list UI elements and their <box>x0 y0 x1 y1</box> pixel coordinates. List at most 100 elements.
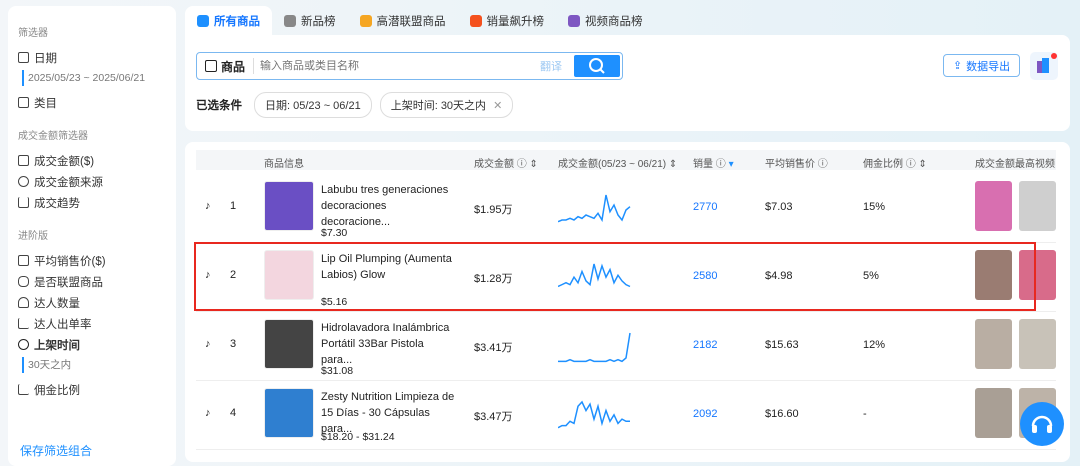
filter-gmv-source[interactable]: 成交金额来源 <box>18 171 166 192</box>
label: 平均销售价($) <box>34 255 106 268</box>
gmv-sparkline <box>558 194 631 223</box>
condition-chip-date[interactable]: 日期: 05/23 ~ 06/21 <box>254 92 372 118</box>
tab-label: 新品榜 <box>301 15 336 28</box>
rank: 4 <box>230 407 237 419</box>
support-button[interactable] <box>1020 402 1064 446</box>
grid-icon <box>18 97 29 108</box>
filter-affiliate[interactable]: 是否联盟商品 <box>18 271 166 292</box>
product-price: $18.20 - $31.24 <box>321 431 395 443</box>
tab-label: 销量飙升榜 <box>486 15 545 28</box>
sparkline-line <box>558 194 631 223</box>
filter-listed-time[interactable]: 上架时间 <box>18 334 166 355</box>
table-row[interactable]: ♪ 4 Zesty Nutrition Limpieza de 15 Días … <box>196 382 1056 450</box>
product-price: $7.30 <box>321 227 348 239</box>
video-thumbnail[interactable] <box>975 319 1012 369</box>
product-title[interactable]: Labubu tres generaciones decoraciones de… <box>321 182 456 230</box>
search-scope[interactable]: 商品 <box>197 58 255 74</box>
tiktok-icon: ♪ <box>205 200 211 212</box>
gmv-sparkline <box>558 400 630 429</box>
tab-icon <box>284 14 296 27</box>
table-row[interactable]: ♪ 1 Labubu tres generaciones decoracione… <box>196 175 1056 243</box>
filter-gmv-trend[interactable]: 成交趋势 <box>18 192 166 213</box>
puzzle-icon <box>18 276 29 287</box>
filter-commission[interactable]: 佣金比例 <box>18 379 166 400</box>
cube-icon <box>18 176 29 187</box>
apps-button[interactable] <box>1030 52 1058 80</box>
commission: - <box>863 408 867 420</box>
tab-2[interactable]: 高潜联盟商品 <box>348 6 458 35</box>
filter-creator-rate[interactable]: 达人出单率 <box>18 313 166 334</box>
tab-label: 高潜联盟商品 <box>376 15 446 28</box>
tab-icon <box>568 14 580 27</box>
product-price: $31.08 <box>321 365 354 377</box>
video-thumbnail[interactable] <box>975 388 1012 438</box>
label: 佣金比例 <box>34 384 80 397</box>
save-filter-button[interactable]: 保存筛选组合 <box>20 442 92 459</box>
headset-icon <box>1031 415 1053 433</box>
product-title[interactable]: Zesty Nutrition Limpieza de 15 Días - 30… <box>321 389 456 437</box>
video-thumbnail[interactable] <box>975 181 1012 231</box>
label: 上架时间 <box>34 339 80 352</box>
condition-chip-listed[interactable]: 上架时间: 30天之内 ✕ <box>379 92 514 118</box>
video-thumbnail[interactable] <box>1019 319 1056 369</box>
header-gmv[interactable]: 成交金额 ⓘ ⇕ <box>474 155 538 170</box>
filter-date[interactable]: 日期 <box>18 47 166 68</box>
filter-gmv[interactable]: 成交金额($) <box>18 150 166 171</box>
sales[interactable]: 2182 <box>693 339 717 351</box>
product-image[interactable] <box>264 181 314 231</box>
label: 类目 <box>34 97 57 110</box>
label: 佣金比例 <box>863 159 903 170</box>
table-row[interactable]: ♪ 3 Hidrolavadora Inalámbrica Portátil 3… <box>196 313 1056 381</box>
price-tag-icon <box>18 255 29 266</box>
label: 平均销售价 <box>765 159 815 170</box>
clock-icon <box>18 339 29 350</box>
search-input[interactable] <box>254 60 540 72</box>
bar-chart-icon <box>18 197 29 208</box>
product-title[interactable]: Hidrolavadora Inalámbrica Portátil 33Bar… <box>321 320 456 368</box>
sparkline-line <box>558 332 631 363</box>
label: 商品 <box>221 59 246 74</box>
conditions-label: 已选条件 <box>196 100 242 112</box>
product-image[interactable] <box>264 319 314 369</box>
label: 销量 <box>693 159 713 170</box>
header-commission[interactable]: 佣金比例 ⓘ ⇕ <box>863 155 927 170</box>
gmv: $3.47万 <box>474 411 513 423</box>
search-panel: 商品 翻译 已选条件 日期: 05/23 ~ 06/21 上架时间: 30天之内… <box>185 35 1070 131</box>
filter-category[interactable]: 类目 <box>18 92 166 113</box>
tab-icon <box>469 14 482 27</box>
tab-3[interactable]: 销量飙升榜 <box>458 6 557 35</box>
tab-0[interactable]: 所有商品 <box>185 6 272 35</box>
section-label: 筛选器 <box>18 28 48 39</box>
label: 成交金额来源 <box>34 176 103 189</box>
export-button[interactable]: ⇪ 数据导出 <box>943 54 1020 77</box>
filter-creators[interactable]: 达人数量 <box>18 292 166 313</box>
header-sales[interactable]: 销量 ⓘ ▾ <box>693 155 734 170</box>
label: 成交趋势 <box>34 197 80 210</box>
header-gmv-trend[interactable]: 成交金额(05/23 ~ 06/21) ⇕ <box>558 155 677 170</box>
header-top-video: 成交金额最高视频 <box>975 159 1055 170</box>
tab-bar: 所有商品 新品榜 高潜联盟商品 销量飙升榜 视频商品榜 <box>185 6 655 35</box>
filter-avg-price[interactable]: 平均销售价($) <box>18 250 166 271</box>
close-icon[interactable]: ✕ <box>493 100 502 112</box>
selected-conditions: 已选条件 日期: 05/23 ~ 06/21 上架时间: 30天之内 ✕ <box>196 92 514 118</box>
user-icon <box>18 297 29 308</box>
translate-button[interactable]: 翻译 <box>540 58 562 74</box>
avg-price: $16.60 <box>765 408 799 420</box>
search-button[interactable] <box>574 55 620 77</box>
sales[interactable]: 2770 <box>693 201 717 213</box>
sparkline-line <box>558 400 630 429</box>
label: 日期 <box>34 52 57 65</box>
label: 达人出单率 <box>34 318 92 331</box>
tab-1[interactable]: 新品榜 <box>272 6 348 35</box>
video-thumbnail[interactable] <box>1019 181 1056 231</box>
rank: 1 <box>230 200 237 212</box>
gmv-sparkline <box>558 332 631 363</box>
product-image[interactable] <box>264 388 314 438</box>
tab-4[interactable]: 视频商品榜 <box>556 6 655 35</box>
commission: 15% <box>863 201 886 213</box>
notification-dot <box>1051 53 1057 59</box>
filter-sidebar: 筛选器 日期 2025/05/23 ~ 2025/06/21 类目 成交金额筛选… <box>8 6 176 466</box>
date-value: 2025/05/23 ~ 2025/06/21 <box>22 70 166 86</box>
sales[interactable]: 2092 <box>693 408 717 420</box>
dollar-icon <box>18 155 29 166</box>
